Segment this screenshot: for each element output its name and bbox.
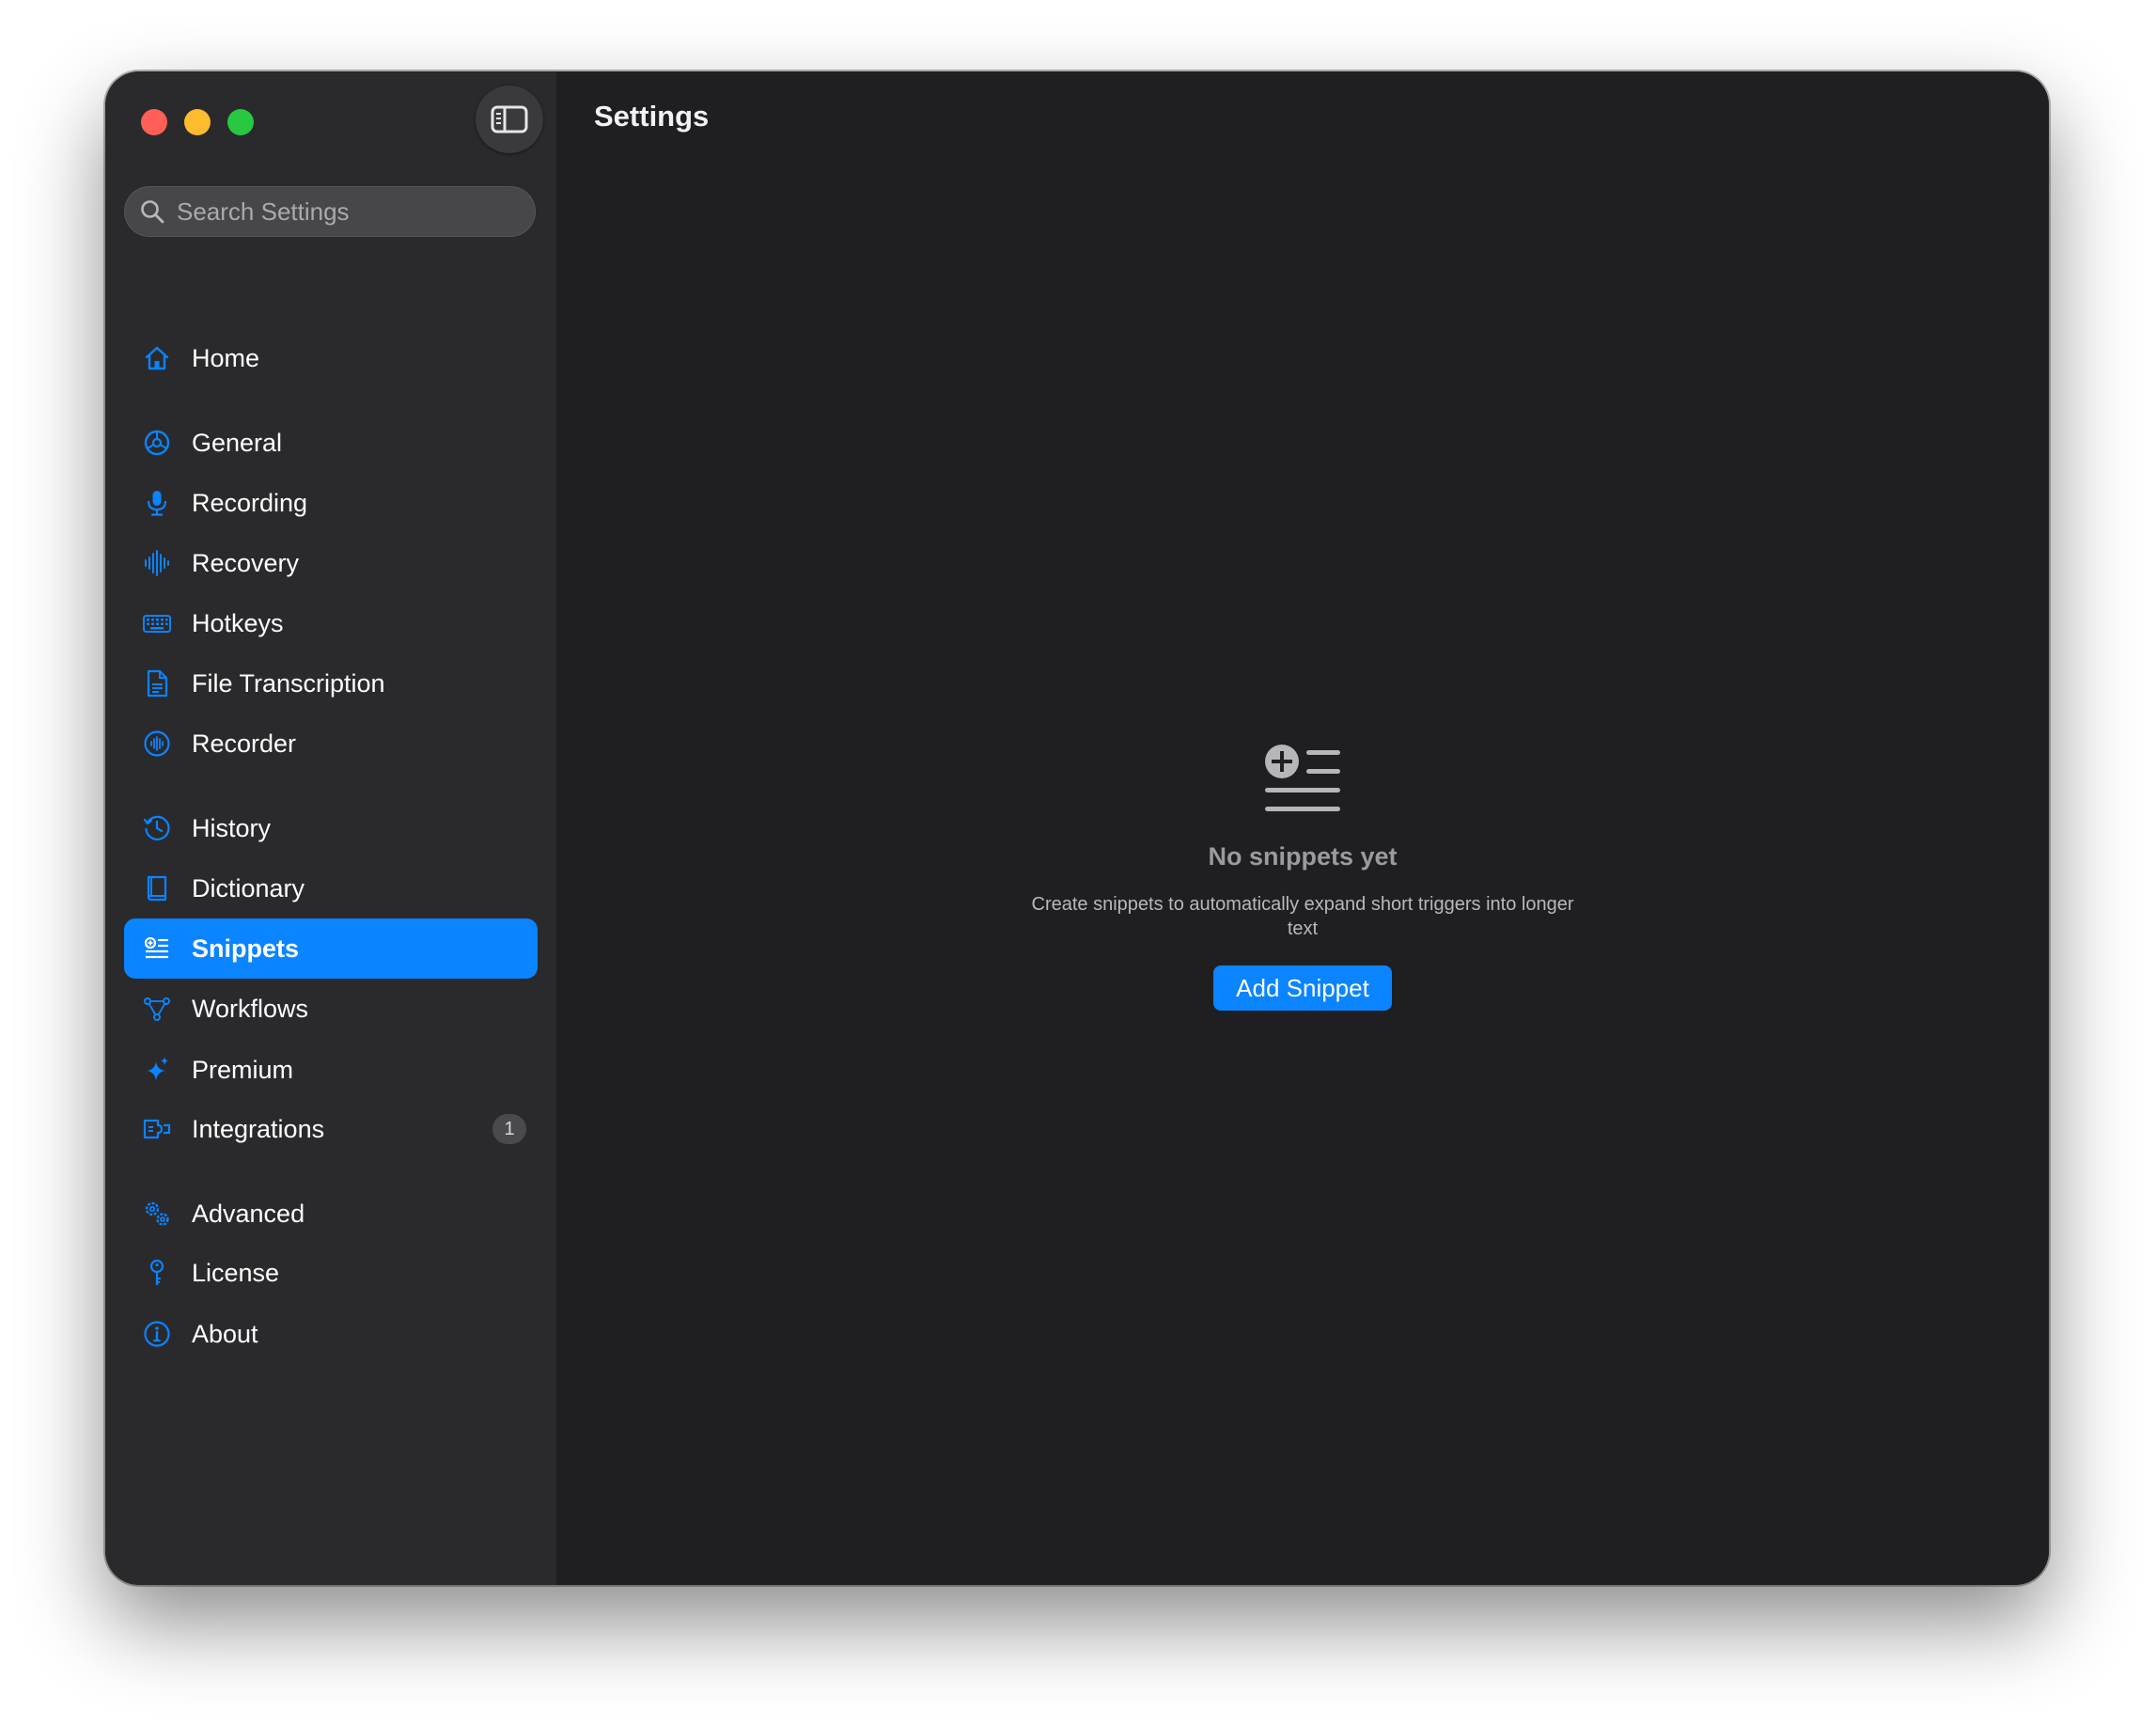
sidebar-item-label: Premium <box>192 1056 294 1084</box>
sidebar-item-recorder[interactable]: Recorder <box>124 714 538 774</box>
add-snippet-button[interactable]: Add Snippet <box>1213 965 1392 1011</box>
sidebar-item-label: Home <box>192 344 260 372</box>
notification-badge: 1 <box>492 1114 526 1144</box>
sidebar-item-integrations[interactable]: Integrations 1 <box>124 1099 538 1159</box>
flow-nodes-icon <box>144 997 170 1021</box>
page-title: Settings <box>594 100 710 133</box>
dial-icon <box>144 430 170 456</box>
sidebar-item-label: Snippets <box>192 934 300 963</box>
sidebar-item-about[interactable]: About <box>124 1304 538 1364</box>
sidebar-item-recording[interactable]: Recording <box>124 473 538 533</box>
sidebar-item-label: About <box>192 1320 258 1348</box>
sidebar: Home General Recording <box>105 71 556 1585</box>
zoom-window-button[interactable] <box>227 109 254 135</box>
sidebar-item-label: License <box>192 1259 280 1287</box>
keyboard-icon <box>143 615 171 633</box>
gears-icon <box>145 1201 169 1226</box>
sidebar-item-file-transcription[interactable]: File Transcription <box>124 653 538 714</box>
clock-history-icon <box>143 815 170 840</box>
info-circle-icon <box>144 1321 170 1347</box>
sidebar-item-hotkeys[interactable]: Hotkeys <box>124 593 538 653</box>
search-icon <box>141 200 164 224</box>
sidebar-toggle-icon <box>491 105 528 133</box>
sidebar-item-history[interactable]: History <box>124 798 538 858</box>
sidebar-item-label: Integrations <box>192 1115 325 1143</box>
minimize-window-button[interactable] <box>184 109 211 135</box>
sidebar-item-home[interactable]: Home <box>124 328 538 388</box>
search-field[interactable] <box>124 186 536 237</box>
plug-in-icon <box>143 1119 171 1139</box>
close-window-button[interactable] <box>141 109 167 135</box>
empty-state-title: No snippets yet <box>1208 842 1398 871</box>
snippets-list-icon <box>144 936 168 959</box>
sidebar-item-label: Advanced <box>192 1200 305 1228</box>
sidebar-item-label: Dictionary <box>192 874 305 902</box>
record-circle-icon <box>144 730 170 757</box>
waveform-icon <box>145 550 169 576</box>
sparkle-icon <box>147 1057 168 1081</box>
search-input[interactable] <box>177 186 524 237</box>
key-icon <box>149 1259 164 1285</box>
sidebar-item-label: Workflows <box>192 995 309 1023</box>
sidebar-item-workflows[interactable]: Workflows <box>124 979 538 1039</box>
sidebar-item-label: Recording <box>192 489 308 517</box>
settings-window: Home General Recording <box>105 71 2049 1585</box>
sidebar-item-label: History <box>192 814 272 842</box>
add-list-icon <box>1265 745 1340 811</box>
house-icon <box>145 346 169 370</box>
sidebar-item-advanced[interactable]: Advanced <box>124 1184 538 1244</box>
sidebar-item-label: Recovery <box>192 549 300 577</box>
sidebar-item-snippets[interactable]: Snippets <box>124 918 538 979</box>
microphone-icon <box>147 491 167 516</box>
empty-state-description: Create snippets to automatically expand … <box>1031 894 1574 939</box>
sidebar-item-dictionary[interactable]: Dictionary <box>124 858 538 918</box>
book-icon <box>147 875 167 902</box>
sidebar-item-recovery[interactable]: Recovery <box>124 533 538 593</box>
sidebar-toggle-button[interactable] <box>476 86 543 153</box>
sidebar-item-label: Hotkeys <box>192 609 284 637</box>
sidebar-item-label: File Transcription <box>192 669 385 698</box>
sidebar-item-general[interactable]: General <box>124 413 538 473</box>
content-pane: Settings No snippets yet Create snippets… <box>556 71 2049 1585</box>
empty-state: No snippets yet Create snippets to autom… <box>556 743 2049 1011</box>
sidebar-item-premium[interactable]: Premium <box>124 1040 538 1100</box>
sidebar-item-license[interactable]: License <box>124 1243 538 1303</box>
sidebar-item-label: General <box>192 429 283 457</box>
sidebar-item-label: Recorder <box>192 730 297 758</box>
document-icon <box>147 669 168 698</box>
